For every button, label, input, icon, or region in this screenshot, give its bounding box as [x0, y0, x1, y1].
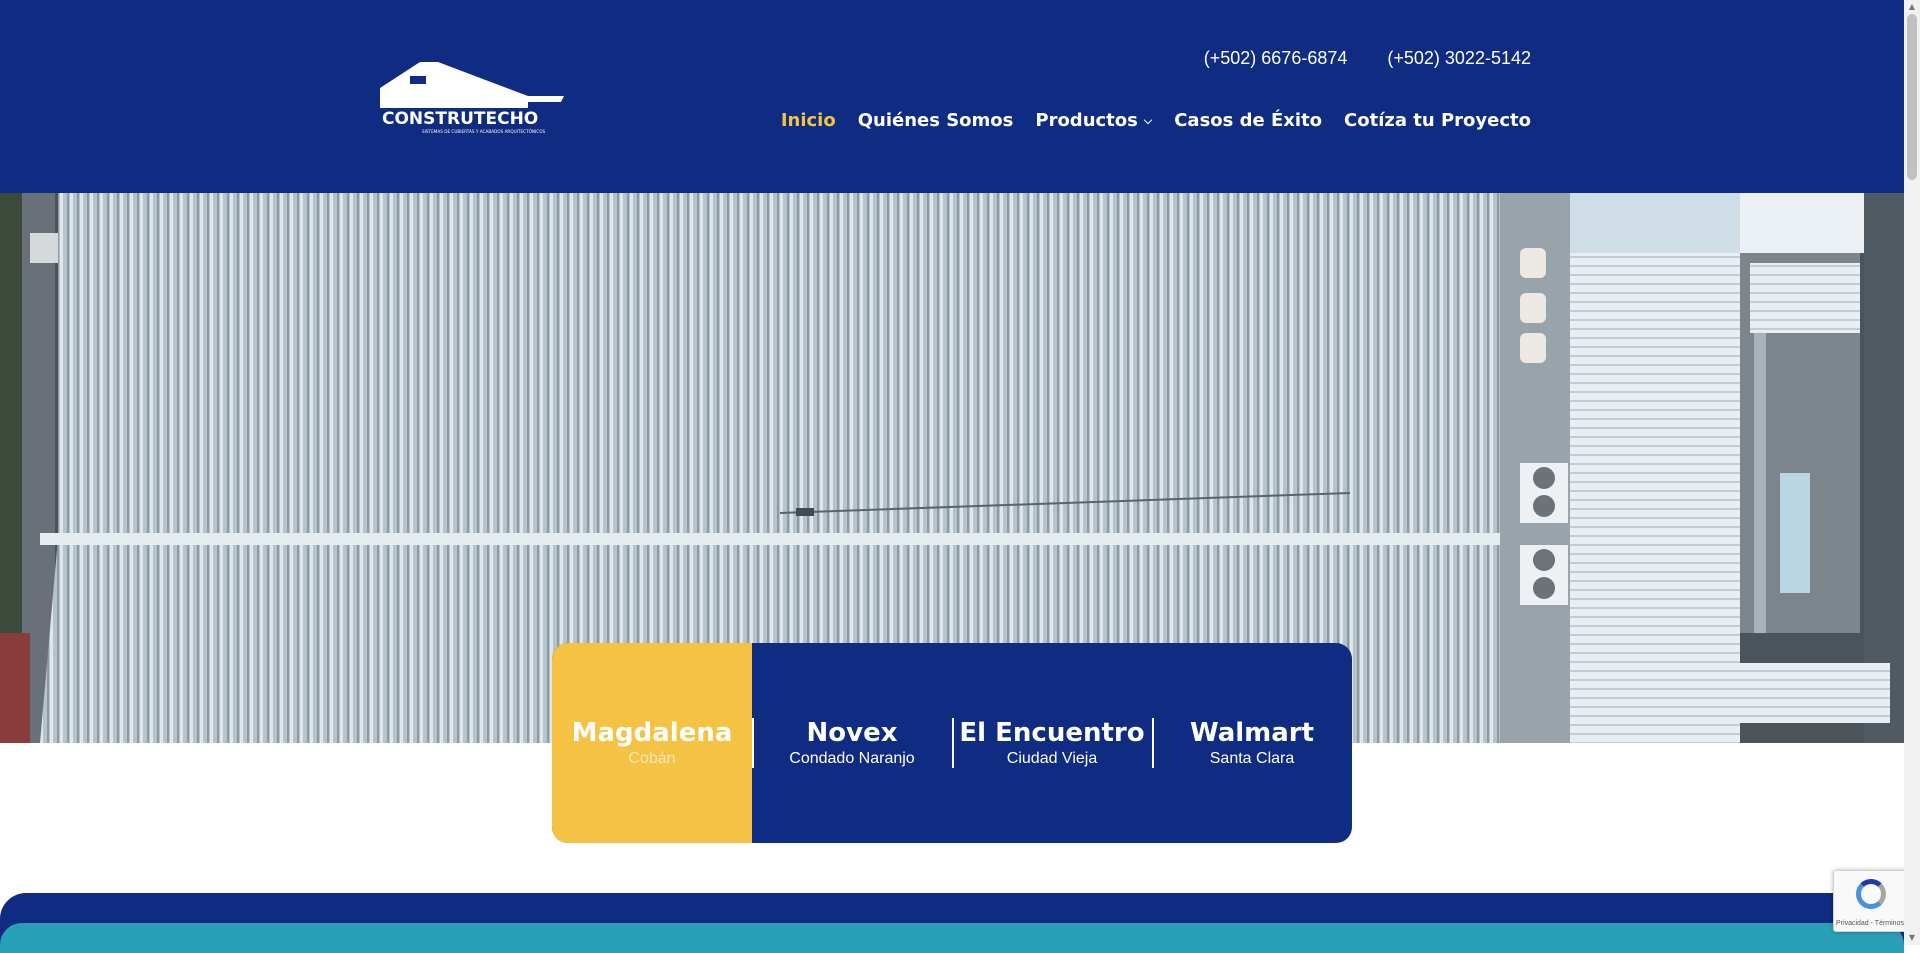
nav-productos-label: Productos: [1035, 110, 1138, 131]
tab-title: Magdalena: [571, 718, 733, 748]
site-header: CONSTRUTECHO SISTEMAS DE CUBIERTAS Y ACA…: [0, 0, 1904, 193]
tab-title: Novex: [806, 718, 898, 748]
page-scrollbar[interactable]: ▲ ▼: [1904, 0, 1920, 945]
recaptcha-footer: Privacidad - Términos: [1836, 920, 1904, 927]
nav-inicio[interactable]: Inicio: [781, 110, 836, 131]
scroll-up-icon[interactable]: ▲: [1907, 2, 1917, 12]
nav-cotiza-proyecto[interactable]: Cotíza tu Proyecto: [1344, 110, 1531, 131]
success-cases-tabs: Magdalena Cobán Novex Condado Naranjo El…: [552, 643, 1352, 843]
phone-number-1[interactable]: (+502) 6676-6874: [1204, 48, 1348, 69]
construtecho-logo[interactable]: CONSTRUTECHO SISTEMAS DE CUBIERTAS Y ACA…: [378, 58, 564, 136]
next-section-teal-band: [0, 923, 1904, 953]
main-nav: Inicio Quiénes Somos Productos ⌵ Casos d…: [781, 110, 1531, 131]
tab-divider: [1152, 718, 1154, 768]
tab-title: Walmart: [1189, 718, 1315, 748]
svg-text:SISTEMAS DE CUBIERTAS Y ACABAD: SISTEMAS DE CUBIERTAS Y ACABADOS ARQUITE…: [422, 129, 546, 134]
phone-list: (+502) 6676-6874 (+502) 3022-5142: [1204, 48, 1531, 69]
tab-walmart[interactable]: Walmart Santa Clara: [1152, 643, 1352, 843]
recaptcha-badge[interactable]: Privacidad - Términos: [1833, 870, 1907, 932]
phone-number-2[interactable]: (+502) 3022-5142: [1387, 48, 1531, 69]
tab-novex[interactable]: Novex Condado Naranjo: [752, 643, 952, 843]
nav-quienes-somos[interactable]: Quiénes Somos: [858, 110, 1014, 131]
chevron-down-icon: ⌵: [1143, 113, 1153, 127]
scroll-down-icon[interactable]: ▼: [1907, 933, 1917, 943]
tab-subtitle: Ciudad Vieja: [1006, 750, 1098, 767]
tab-subtitle: Cobán: [628, 750, 676, 767]
tab-subtitle: Condado Naranjo: [789, 750, 915, 767]
tab-magdalena[interactable]: Magdalena Cobán: [552, 643, 752, 843]
tab-divider: [952, 718, 954, 768]
svg-text:CONSTRUTECHO: CONSTRUTECHO: [382, 109, 538, 129]
tab-subtitle: Santa Clara: [1209, 750, 1295, 767]
tab-divider: [752, 718, 754, 768]
tab-el-encuentro[interactable]: El Encuentro Ciudad Vieja: [952, 643, 1152, 843]
recaptcha-icon: [1856, 879, 1886, 909]
tab-title: El Encuentro: [959, 718, 1145, 748]
scrollbar-thumb[interactable]: [1907, 14, 1917, 180]
nav-casos-de-exito[interactable]: Casos de Éxito: [1174, 110, 1322, 131]
nav-productos[interactable]: Productos ⌵: [1035, 110, 1152, 131]
